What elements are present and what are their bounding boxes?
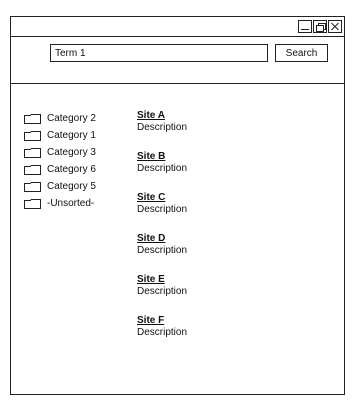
site-link[interactable]: Site D <box>137 233 187 245</box>
site-description: Description <box>137 204 188 215</box>
result-item: Site A Description <box>137 110 187 151</box>
category-item[interactable]: Category 3 <box>24 144 96 161</box>
title-bar <box>11 17 344 37</box>
category-item[interactable]: -Unsorted- <box>24 195 96 212</box>
search-button[interactable]: Search <box>275 44 328 62</box>
site-link[interactable]: Site E <box>137 274 187 286</box>
folder-icon <box>24 164 41 175</box>
category-label: Category 6 <box>47 164 96 175</box>
category-label: Category 2 <box>47 113 96 124</box>
folder-icon <box>24 147 41 158</box>
site-link[interactable]: Site C <box>137 192 187 204</box>
window-controls <box>298 20 342 33</box>
category-item[interactable]: Category 2 <box>24 110 96 127</box>
category-label: -Unsorted- <box>47 198 95 209</box>
category-label: Category 5 <box>47 181 96 192</box>
result-item: Site B Description <box>137 151 187 192</box>
site-description: Description <box>137 163 188 174</box>
maximize-icon[interactable] <box>313 20 327 33</box>
site-description: Description <box>137 327 188 338</box>
result-item: Site D Description <box>137 233 187 274</box>
category-label: Category 3 <box>47 147 96 158</box>
close-icon[interactable] <box>328 20 342 33</box>
result-item: Site C Description <box>137 192 187 233</box>
category-list: Category 2 Category 1 Category 3 Categor… <box>24 110 96 212</box>
result-item: Site E Description <box>137 274 187 315</box>
category-item[interactable]: Category 1 <box>24 127 96 144</box>
folder-icon <box>24 113 41 124</box>
category-item[interactable]: Category 5 <box>24 178 96 195</box>
category-item[interactable]: Category 6 <box>24 161 96 178</box>
folder-icon <box>24 198 41 209</box>
site-description: Description <box>137 245 188 256</box>
folder-icon <box>24 130 41 141</box>
browser-window: Search Category 2 Category 1 Category 3 … <box>10 16 345 395</box>
search-bar: Search <box>11 37 344 84</box>
site-link[interactable]: Site A <box>137 110 187 122</box>
site-link[interactable]: Site F <box>137 315 187 327</box>
site-description: Description <box>137 122 188 133</box>
result-item: Site F Description <box>137 315 187 356</box>
category-label: Category 1 <box>47 130 96 141</box>
minimize-icon[interactable] <box>298 20 312 33</box>
search-input[interactable] <box>50 44 268 62</box>
folder-icon <box>24 181 41 192</box>
results-list: Site A Description Site B Description Si… <box>137 110 187 356</box>
site-description: Description <box>137 286 188 297</box>
site-link[interactable]: Site B <box>137 151 187 163</box>
